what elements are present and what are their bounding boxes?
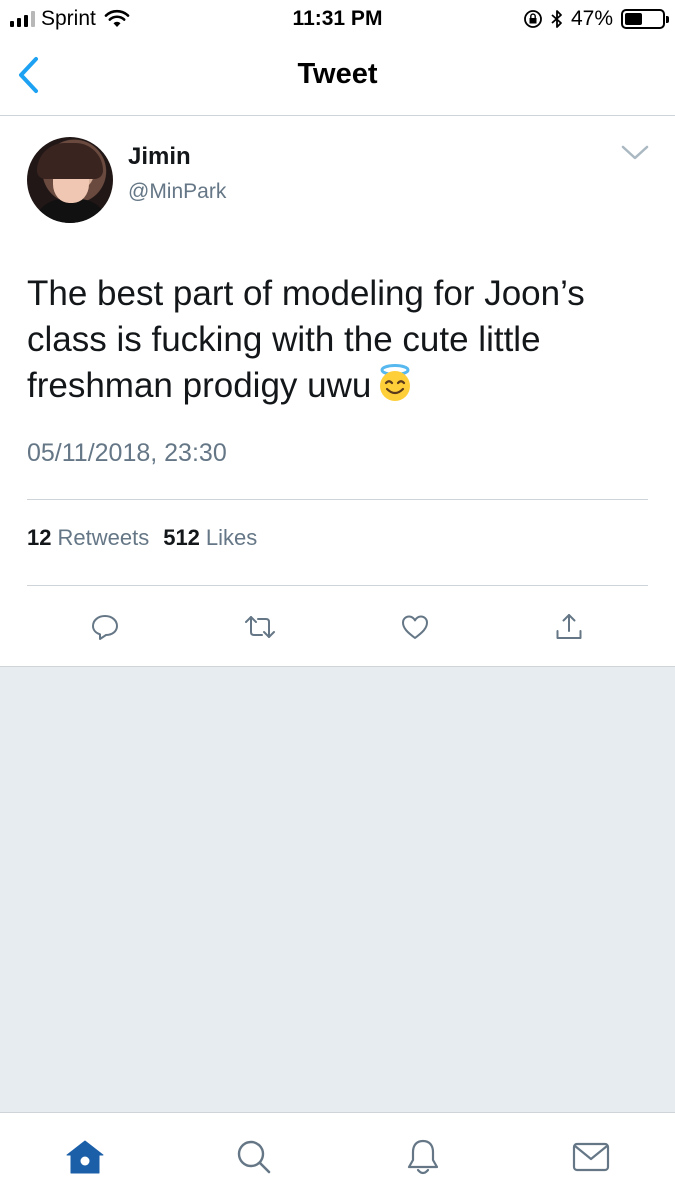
likes-stat[interactable]: 512 Likes [163, 525, 257, 551]
tab-notifications[interactable] [399, 1133, 447, 1181]
share-button[interactable] [549, 607, 589, 647]
battery-fill [625, 13, 642, 25]
search-icon [237, 1140, 271, 1174]
envelope-icon [572, 1142, 610, 1172]
home-icon [66, 1140, 104, 1174]
chevron-down-icon [621, 145, 649, 160]
tab-search[interactable] [230, 1133, 278, 1181]
divider [27, 499, 648, 500]
retweet-button[interactable] [240, 607, 280, 647]
reply-icon [92, 615, 118, 640]
tab-messages[interactable] [567, 1133, 615, 1181]
tab-home[interactable] [61, 1133, 109, 1181]
tweet-detail: Jimin @MinPark The best part of modeling… [0, 117, 675, 665]
share-icon [556, 614, 582, 639]
page-title: Tweet [297, 58, 378, 90]
like-count: 512 [163, 525, 200, 550]
retweets-stat[interactable]: 12 Retweets [27, 525, 149, 551]
retweet-count: 12 [27, 525, 52, 550]
avatar[interactable] [27, 137, 113, 223]
bluetooth-icon [551, 10, 562, 28]
status-bar: Sprint 11:31 PM 47% [0, 0, 675, 38]
nav-bar: Tweet [0, 38, 675, 116]
author-name[interactable]: Jimin [128, 143, 191, 171]
orientation-lock-icon [524, 10, 542, 28]
tab-bar [0, 1112, 675, 1200]
like-label: Likes [205, 525, 258, 550]
author-handle[interactable]: @MinPark [128, 180, 226, 204]
tweet-timestamp: 05/11/2018, 23:30 [27, 439, 227, 467]
divider [27, 585, 648, 586]
retweet-icon [245, 616, 275, 638]
tweet-text-content: The best part of modeling for Joon’s cla… [27, 274, 585, 405]
like-button[interactable] [395, 607, 435, 647]
halo-smile-emoji-icon [375, 363, 415, 415]
empty-replies-area [0, 666, 675, 1112]
tweet-actions [0, 607, 675, 647]
status-right: 47% [523, 7, 669, 31]
tweet-menu-button[interactable] [619, 141, 651, 165]
battery-percent: 47% [570, 7, 613, 30]
tweet-stats: 12 Retweets 512 Likes [27, 525, 257, 551]
bell-icon [407, 1139, 439, 1175]
tweet-text: The best part of modeling for Joon’s cla… [27, 271, 657, 415]
retweet-label: Retweets [57, 525, 150, 550]
reply-button[interactable] [85, 607, 125, 647]
heart-icon [402, 615, 428, 639]
battery-icon [621, 9, 669, 29]
